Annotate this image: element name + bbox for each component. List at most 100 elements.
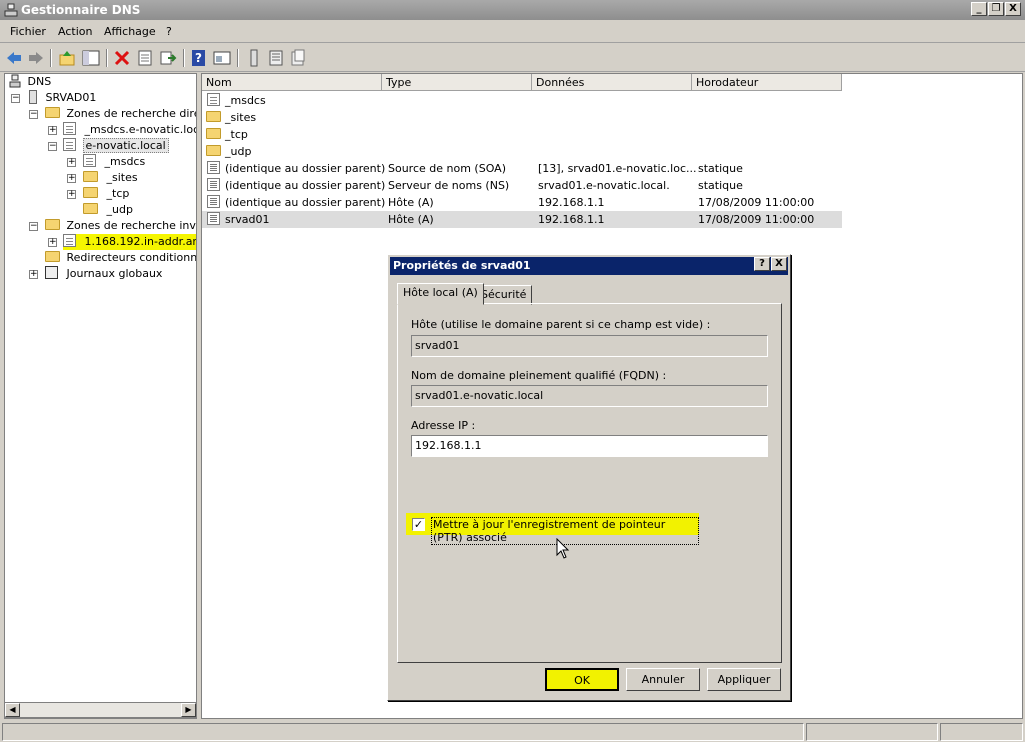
tree-node-msdcs-zone[interactable]: _msdcs.e-novatic.local: [63, 122, 196, 138]
forward-icon[interactable]: [27, 49, 45, 67]
column-header-type[interactable]: Type: [382, 74, 532, 91]
zone-icon: [63, 122, 76, 135]
collapse-toggle[interactable]: −: [11, 94, 20, 103]
list-item[interactable]: _sites: [202, 109, 842, 126]
expand-toggle[interactable]: +: [48, 238, 57, 247]
record-icon: [207, 178, 220, 191]
tree-node-label: 1.168.192.in-addr.arpa: [84, 235, 197, 248]
list-item[interactable]: (identique au dossier parent) Hôte (A) 1…: [202, 194, 842, 211]
record-type: Hôte (A): [388, 196, 434, 209]
ok-button[interactable]: OK: [545, 668, 619, 691]
column-header-name[interactable]: Nom: [202, 74, 382, 91]
folder-icon: [206, 128, 221, 139]
menu-affichage[interactable]: Affichage: [104, 25, 156, 38]
list-item-selected[interactable]: srvad01 Hôte (A) 192.168.1.1 17/08/2009 …: [202, 211, 842, 228]
new-folder-icon[interactable]: [289, 49, 307, 67]
menu-fichier[interactable]: Fichier: [10, 25, 46, 38]
dialog-close-button[interactable]: X: [771, 257, 787, 271]
ptr-checkbox[interactable]: ✓: [412, 518, 425, 531]
back-icon[interactable]: [5, 49, 23, 67]
list-item[interactable]: _tcp: [202, 126, 842, 143]
console-icon[interactable]: [213, 49, 231, 67]
collapse-toggle[interactable]: −: [29, 110, 38, 119]
record-name: (identique au dossier parent): [225, 179, 386, 192]
dialog-help-button[interactable]: ?: [754, 257, 770, 271]
record-name: _msdcs: [225, 94, 266, 107]
expand-toggle[interactable]: +: [67, 158, 76, 167]
tree-horizontal-scrollbar[interactable]: ◀ ▶: [4, 702, 197, 718]
tree-node-conditional-forwarders[interactable]: Redirecteurs conditionnels: [45, 250, 196, 266]
list-item[interactable]: _udp: [202, 143, 842, 160]
toolbar-separator: [183, 49, 185, 67]
fqdn-label: Nom de domaine pleinement qualifié (FQDN…: [411, 369, 667, 382]
restore-button[interactable]: ❐: [988, 2, 1004, 16]
list-item[interactable]: _msdcs: [202, 92, 842, 109]
tree-node-label: Zones de recherche inverse: [66, 219, 197, 232]
close-button[interactable]: X: [1005, 2, 1021, 16]
dns-icon: [9, 74, 21, 88]
console-tree[interactable]: DNS − SRVAD01 − Zones de recherche direc…: [4, 73, 197, 719]
tree-node-label: DNS: [27, 75, 52, 88]
record-icon: [207, 195, 220, 208]
ip-address-label: Adresse IP :: [411, 419, 476, 432]
tree-node-global-logs[interactable]: Journaux globaux: [45, 266, 162, 282]
tree-node-tcp[interactable]: _tcp: [83, 186, 129, 202]
server-icon[interactable]: [245, 49, 263, 67]
up-folder-icon[interactable]: [58, 49, 76, 67]
tree-node-udp[interactable]: _udp: [83, 202, 133, 218]
folder-icon: [45, 107, 60, 118]
tree-node-srvad01[interactable]: SRVAD01: [29, 90, 96, 106]
properties-icon[interactable]: [136, 49, 154, 67]
tree-node-sites[interactable]: _sites: [83, 170, 138, 186]
tree-node-reverse-zone[interactable]: 1.168.192.in-addr.arpa: [63, 234, 197, 250]
scroll-right-button[interactable]: ▶: [181, 703, 196, 717]
menubar: Fichier Action Affichage ?: [0, 21, 1025, 43]
record-type: Hôte (A): [388, 213, 434, 226]
collapse-toggle[interactable]: −: [29, 222, 38, 231]
scroll-left-button[interactable]: ◀: [5, 703, 20, 717]
zone-icon: [83, 154, 96, 167]
ptr-checkbox-row[interactable]: ✓ Mettre à jour l'enregistrement de poin…: [406, 513, 699, 545]
collapse-toggle[interactable]: −: [48, 142, 57, 151]
tree-node-label: SRVAD01: [45, 91, 97, 104]
help-icon[interactable]: ?: [190, 49, 208, 67]
list-item[interactable]: (identique au dossier parent) Serveur de…: [202, 177, 842, 194]
export-icon[interactable]: [159, 49, 177, 67]
tree-node-dns[interactable]: DNS: [9, 74, 51, 90]
toolbar: ?: [0, 44, 1025, 72]
expand-toggle[interactable]: +: [67, 174, 76, 183]
expand-toggle[interactable]: +: [48, 126, 57, 135]
record-data: 192.168.1.1: [538, 196, 605, 209]
new-record-icon[interactable]: [267, 49, 285, 67]
tree-node-e-novatic-local[interactable]: e-novatic.local: [63, 138, 169, 154]
folder-icon: [45, 251, 60, 262]
expand-toggle[interactable]: +: [29, 270, 38, 279]
record-timestamp: statique: [698, 179, 743, 192]
tree-node-label: _tcp: [106, 187, 130, 200]
apply-button[interactable]: Appliquer: [707, 668, 781, 691]
minimize-button[interactable]: _: [971, 2, 987, 16]
properties-dialog: Propriétés de srvad01 ? X Hôte local (A)…: [387, 254, 791, 701]
show-hide-tree-icon[interactable]: [82, 49, 100, 67]
record-name: (identique au dossier parent): [225, 162, 386, 175]
tree-node-msdcs[interactable]: _msdcs: [83, 154, 145, 170]
record-name: srvad01: [225, 213, 270, 226]
fqdn-field: srvad01.e-novatic.local: [411, 385, 768, 407]
ip-address-field[interactable]: 192.168.1.1: [411, 435, 768, 457]
tree-node-reverse-zones[interactable]: Zones de recherche inverse: [45, 218, 197, 234]
record-timestamp: 17/08/2009 11:00:00: [698, 213, 815, 226]
cancel-button[interactable]: Annuler: [626, 668, 700, 691]
menu-action[interactable]: Action: [58, 25, 92, 38]
column-header-data[interactable]: Données: [532, 74, 692, 91]
list-item[interactable]: (identique au dossier parent) Source de …: [202, 160, 842, 177]
expand-toggle[interactable]: +: [67, 190, 76, 199]
tree-node-forward-zones[interactable]: Zones de recherche directes: [45, 106, 197, 122]
tree-node-label: Zones de recherche directes: [66, 107, 197, 120]
delete-icon[interactable]: [113, 49, 131, 67]
menu-help[interactable]: ?: [166, 25, 172, 38]
tab-host-a[interactable]: Hôte local (A): [397, 283, 484, 305]
record-timestamp: statique: [698, 162, 743, 175]
column-header-timestamp[interactable]: Horodateur: [692, 74, 842, 91]
folder-icon: [206, 145, 221, 156]
folder-icon: [206, 111, 221, 122]
